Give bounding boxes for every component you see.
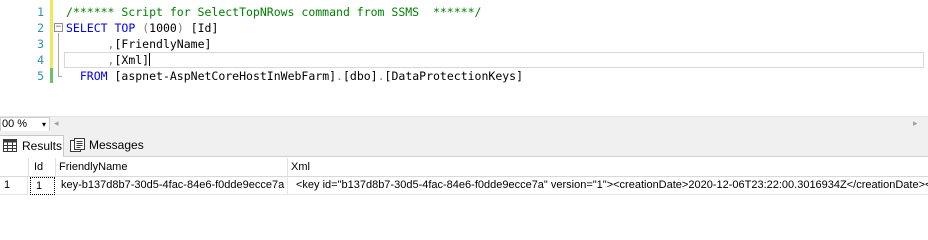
code-token: 1000 (149, 21, 177, 35)
code-token: [FriendlyName] (114, 37, 212, 51)
code-text: /****** Script for SelectTopNRows comman… (66, 4, 481, 20)
code-line[interactable]: 3 ,[FriendlyName] (0, 36, 928, 52)
tab-messages-label: Messages (89, 138, 144, 152)
code-text: ,[Xml] (66, 52, 151, 68)
column-header-friendly-name[interactable]: FriendlyName (56, 158, 288, 177)
column-header-id[interactable]: Id (29, 158, 56, 177)
code-token: [Xml] (114, 53, 150, 67)
code-token: [Id] (183, 21, 219, 35)
query-editor[interactable]: 1 /****** Script for SelectTopNRows comma… (0, 0, 928, 116)
code-token: FROM (79, 69, 108, 83)
cell-friendly-name[interactable]: key-b137d8b7-30d5-4fac-84e6-f0dde9ecce7a (56, 177, 288, 195)
line-number: 2 (37, 21, 44, 35)
tab-messages[interactable]: Messages (67, 135, 144, 157)
tab-results-label: Results (22, 139, 63, 153)
line-number: 5 (37, 69, 44, 83)
row-number[interactable]: 1 (0, 177, 28, 195)
code-token: /****** Script for SelectTopNRows comman… (66, 5, 482, 19)
code-text: SELECT TOP (1000) [Id] (66, 20, 218, 36)
code-line[interactable]: 4 ,[Xml] (0, 52, 928, 68)
grid-icon (3, 139, 17, 152)
code-token: [DataProtectionKeys] (384, 69, 524, 83)
zoom-value: 00 % (2, 118, 28, 130)
text-caret (149, 53, 151, 66)
scroll-right-icon[interactable]: ▸ (913, 118, 918, 129)
tab-results[interactable]: Results (0, 135, 64, 157)
editor-status-bar: 00 % ▾ ◂ ▸ (0, 116, 928, 132)
messages-icon (70, 138, 85, 152)
code-token: [dbo] (342, 69, 378, 83)
code-text: ,[FriendlyName] (66, 36, 212, 52)
code-line[interactable]: 5 FROM [aspnet-AspNetCoreHostInWebFarm].… (0, 68, 928, 84)
code-token: ) (176, 21, 184, 35)
code-text: FROM [aspnet-AspNetCoreHostInWebFarm].[d… (66, 68, 523, 84)
code-token: SELECT (66, 21, 108, 35)
results-grid[interactable]: Id FriendlyName Xml 1 1 key-b137d8b7-30d… (0, 158, 928, 233)
code-token: . (336, 69, 343, 83)
scroll-left-icon[interactable]: ◂ (54, 118, 59, 129)
zoom-dropdown[interactable]: 00 % ▾ (0, 117, 50, 132)
line-number: 1 (37, 5, 44, 19)
code-line[interactable]: 2 − SELECT TOP (1000) [Id] (0, 20, 928, 36)
row-header-corner[interactable] (0, 158, 29, 177)
collapse-icon[interactable]: − (54, 23, 63, 32)
results-tab-strip: Results Messages (0, 131, 928, 157)
code-token: TOP (114, 21, 136, 35)
code-token: [aspnet-AspNetCoreHostInWebFarm] (107, 69, 337, 83)
cell-xml[interactable]: <key id="b137d8b7-30d5-4fac-84e6-f0dde9e… (288, 177, 928, 195)
chevron-down-icon: ▾ (41, 120, 46, 129)
column-header-xml[interactable]: Xml (288, 158, 928, 177)
cell-id[interactable]: 1 (30, 177, 55, 195)
line-number: 3 (37, 37, 44, 51)
code-token: . (377, 69, 385, 83)
code-line[interactable]: 1 /****** Script for SelectTopNRows comma… (0, 4, 928, 20)
line-number: 4 (37, 53, 44, 67)
